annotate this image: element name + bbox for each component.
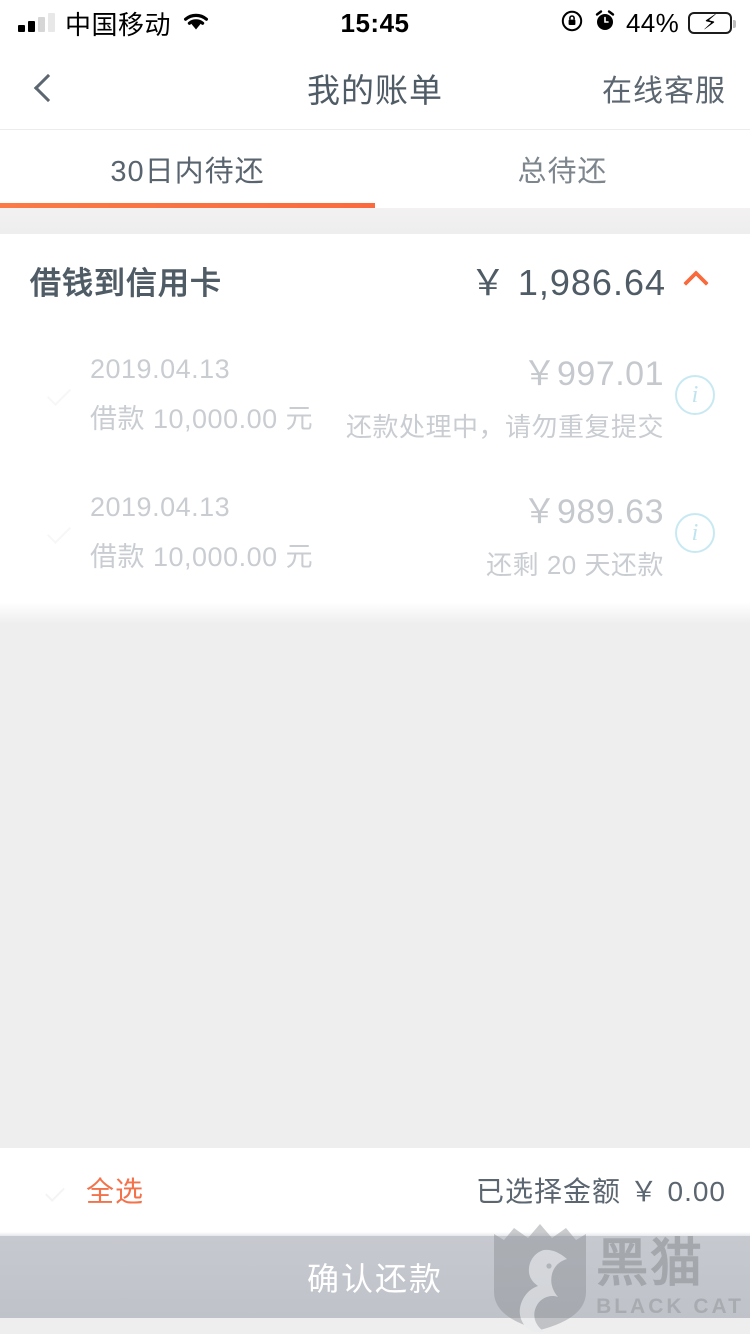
tab-bar: 30日内待还 总待还 [0,130,750,208]
online-support-button[interactable]: 在线客服 [602,66,750,110]
wifi-icon [181,10,211,37]
select-all-checkbox[interactable] [28,1161,86,1219]
bill-row-principal: 借款 10,000.00 元 [90,542,314,572]
charging-bolt-icon: ⚡ [702,11,718,35]
empty-area [0,624,750,1148]
bill-row-principal: 借款 10,000.00 元 [90,404,314,434]
bill-row-left: 2019.04.13 借款 10,000.00 元 [90,354,313,436]
chevron-left-icon [33,73,63,102]
rotation-lock-icon [560,9,584,38]
bill-row-status: 还剩 20 天还款 [486,550,664,580]
bill-row-info-button[interactable]: i [664,513,726,553]
bill-row-amount: ￥997.01 [522,355,664,393]
selected-amount-label: 已选择金额 ￥ 0.00 [475,1176,726,1207]
chevron-up-icon [683,270,709,296]
phone-screen: 中国移动 15:45 44% ⚡ 我的账单 在线客服 30日内待还 总待还 借钱… [0,0,750,1334]
tab-total-due[interactable]: 总待还 [375,130,750,208]
bill-row-amount: ￥989.63 [522,493,664,531]
info-circle-icon: i [675,513,715,553]
select-all-label[interactable]: 全选 [86,1170,144,1210]
bill-row-date: 2019.04.13 [90,354,231,384]
bill-group-title: 借钱到信用卡 [30,265,222,301]
clock-label: 15:45 [340,7,410,38]
tab-bar-shadow [0,208,750,234]
bill-group-header[interactable]: 借钱到信用卡 ￥ 1,986.64 [0,234,750,326]
bill-row-left: 2019.04.13 借款 10,000.00 元 [90,492,313,574]
bill-row-info-button[interactable]: i [664,375,726,415]
battery-icon: ⚡ [688,11,736,35]
status-bar-center: 15:45 [341,8,410,39]
carrier-label: 中国移动 [65,9,172,40]
bill-row-right: ￥989.63 还剩 20 天还款 [486,484,664,582]
bill-row[interactable]: 2019.04.13 借款 10,000.00 元 ￥989.63 还剩 20 … [0,464,750,602]
selection-bar: 全选 已选择金额 ￥ 0.00 [0,1148,750,1232]
nav-bar: 我的账单 在线客服 [0,46,750,130]
collapse-toggle-button[interactable] [666,268,726,296]
bill-row-checkbox[interactable] [28,502,90,564]
bill-row[interactable]: 2019.04.13 借款 10,000.00 元 ￥997.01 还款处理中，… [0,326,750,464]
tab-active-indicator [0,203,375,208]
bill-row-checkbox[interactable] [28,364,90,426]
status-bar-right: 44% ⚡ [410,7,736,39]
battery-percent-label: 44% [626,7,679,38]
tab-due-within-30-days[interactable]: 30日内待还 [0,130,375,208]
bill-row-status: 还款处理中，请勿重复提交 [345,412,664,442]
confirm-repayment-button[interactable]: 确认还款 [0,1236,750,1318]
cellular-signal-icon [18,13,55,32]
status-bar-left: 中国移动 [18,5,341,42]
bill-group-amount: ￥ 1,986.64 [469,262,666,303]
back-button[interactable] [0,46,96,129]
card-bottom-shadow [0,602,750,624]
bill-card: 借钱到信用卡 ￥ 1,986.64 2019.04.13 借款 10,000.0… [0,234,750,602]
bill-row-date: 2019.04.13 [90,492,231,522]
bill-row-right: ￥997.01 还款处理中，请勿重复提交 [346,346,664,444]
status-bar: 中国移动 15:45 44% ⚡ [0,0,750,46]
info-circle-icon: i [675,375,715,415]
alarm-clock-icon [593,9,617,38]
